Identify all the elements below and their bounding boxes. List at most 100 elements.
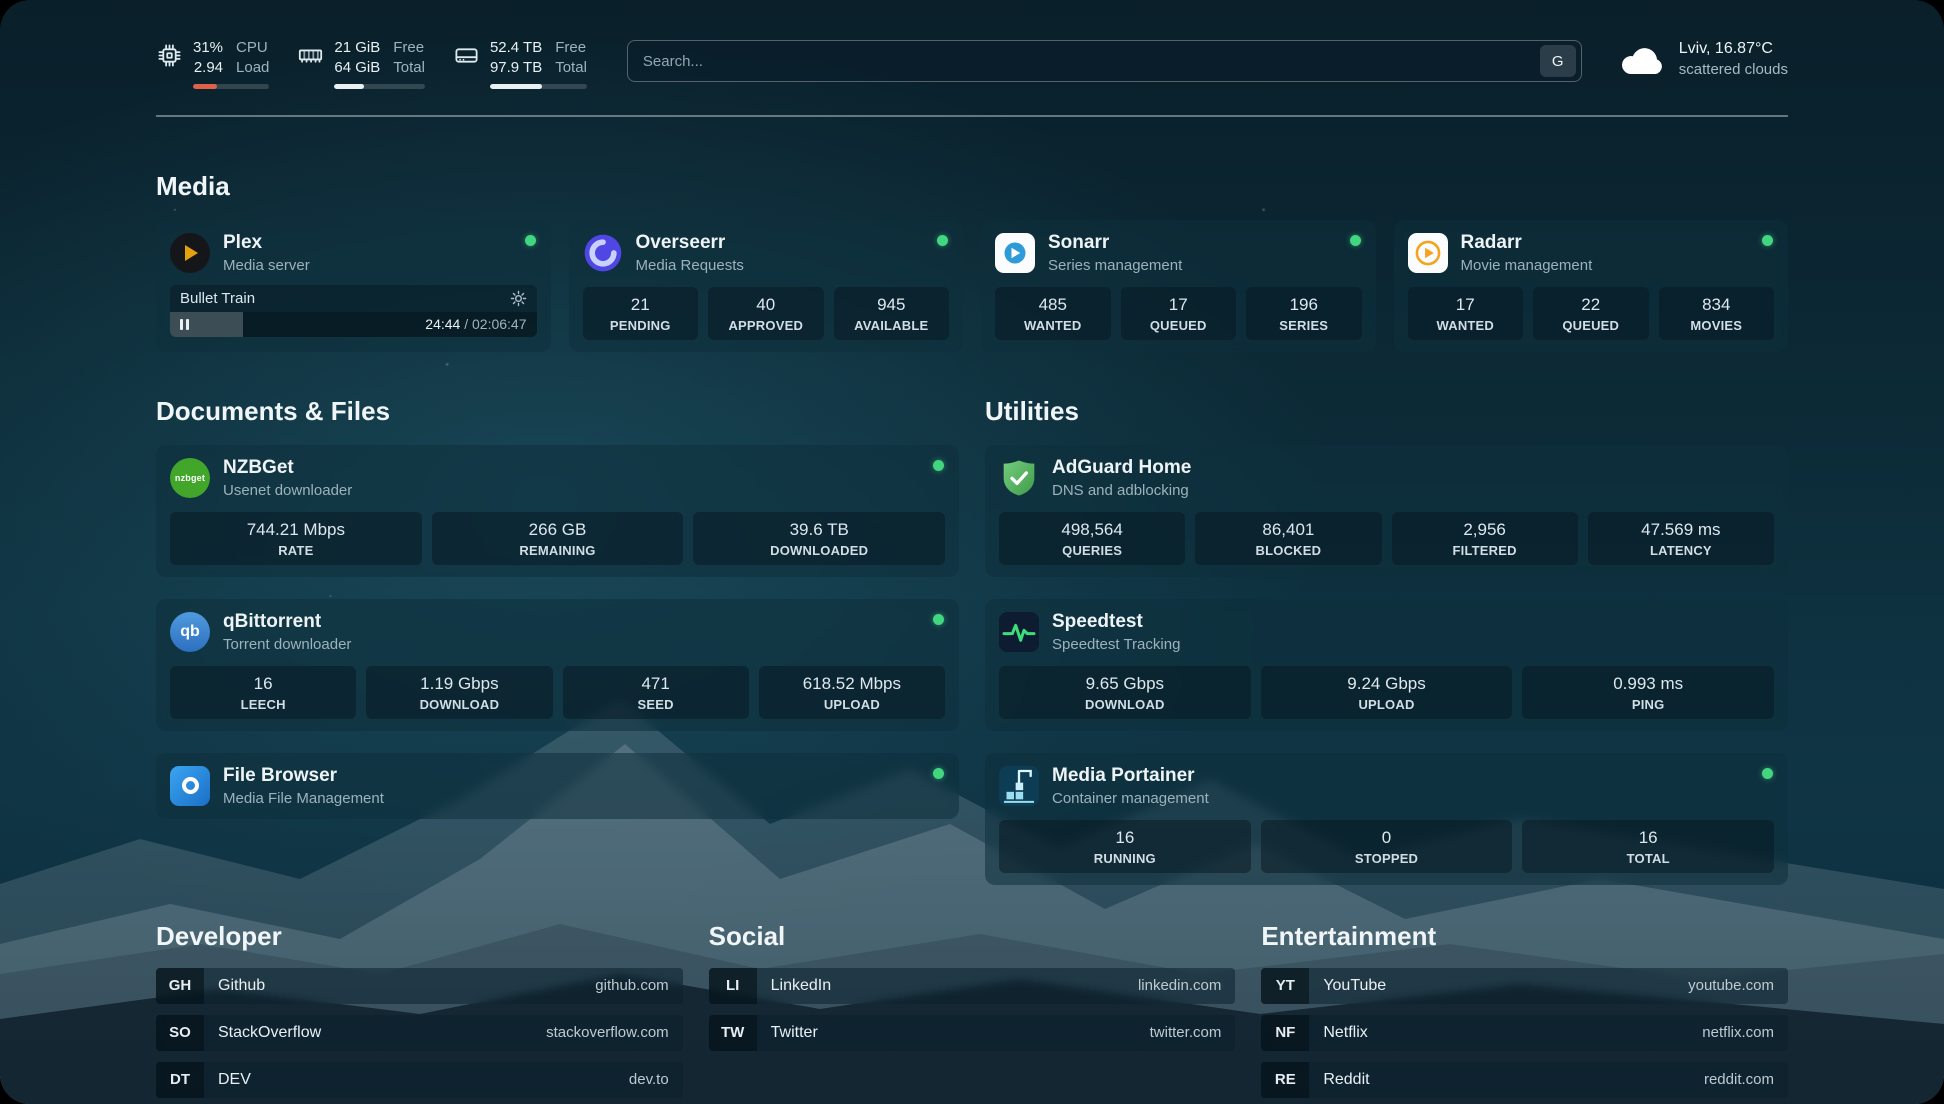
weather-location: Lviv, 16.87°C [1679, 40, 1788, 58]
speedtest-icon [999, 612, 1039, 652]
stat-value: 485 [999, 295, 1107, 315]
disk-icon [453, 42, 480, 69]
service-name: Plex [223, 232, 310, 254]
stat-label: APPROVED [712, 318, 820, 333]
stat-value: 47.569 ms [1592, 520, 1770, 540]
service-desc: Torrent downloader [223, 636, 351, 653]
stat: 618.52 MbpsUPLOAD [759, 666, 945, 719]
stat: 9.65 Gbps DOWNLOAD [999, 666, 1251, 719]
dashboard-screen: 31% 2.94 CPU Load [0, 0, 1944, 1104]
section-title-developer: Developer [156, 921, 683, 952]
status-dot [933, 614, 944, 625]
cpu-label-bottom: Load [236, 58, 269, 78]
developer-column: Developer GH Github github.com SO StackO… [156, 921, 683, 1098]
service-card-sonarr[interactable]: Sonarr Series management 485WANTED 17QUE… [981, 220, 1376, 352]
memory-icon [297, 42, 324, 69]
weather-widget: Lviv, 16.87°C scattered clouds [1618, 40, 1788, 78]
status-dot [933, 768, 944, 779]
service-card-plex[interactable]: Plex Media server Bullet Train [156, 220, 551, 352]
filebrowser-icon [170, 766, 210, 806]
search-input[interactable] [643, 53, 1540, 70]
bookmark-dev[interactable]: DT DEV dev.to [156, 1062, 683, 1098]
service-card-speedtest[interactable]: Speedtest Speedtest Tracking 9.65 GbpsDO… [985, 599, 1788, 731]
stat-value: 9.65 Gbps [1003, 674, 1247, 694]
bookmark-youtube[interactable]: YT YouTube youtube.com [1261, 968, 1788, 1004]
stat-label: QUEUED [1125, 318, 1233, 333]
service-card-overseerr[interactable]: Overseerr Media Requests 21PENDING 40APP… [569, 220, 964, 352]
stat-label: PENDING [587, 318, 695, 333]
stat: 16TOTAL [1522, 820, 1774, 873]
stat-label: DOWNLOADED [697, 543, 941, 558]
disk-widget: 52.4 TB 97.9 TB Free Total [453, 38, 587, 89]
stat-label: FILTERED [1396, 543, 1574, 558]
stat-label: RATE [174, 543, 418, 558]
stat: 266 GBREMAINING [432, 512, 684, 565]
topbar-divider [156, 115, 1788, 117]
stat: 0 STOPPED [1261, 820, 1513, 873]
service-name: File Browser [223, 765, 384, 787]
stat: 21PENDING [583, 287, 699, 340]
stat-label: LEECH [174, 697, 352, 712]
bookmark-url: linkedin.com [1138, 977, 1221, 994]
bookmark-netflix[interactable]: NF Netflix netflix.com [1261, 1015, 1788, 1051]
stat-label: AVAILABLE [838, 318, 946, 333]
status-dot [1762, 768, 1773, 779]
stat-value: 945 [838, 295, 946, 315]
service-card-adguard[interactable]: AdGuard Home DNS and adblocking 498,564Q… [985, 445, 1788, 577]
stat-value: 618.52 Mbps [763, 674, 941, 694]
bookmark-url: github.com [595, 977, 668, 994]
search-provider-button[interactable]: G [1540, 45, 1576, 77]
memory-widget: 21 GiB 64 GiB Free Total [297, 38, 425, 89]
service-desc: Usenet downloader [223, 482, 352, 499]
stat-label: WANTED [999, 318, 1107, 333]
service-card-qbittorrent[interactable]: qb qBittorrent Torrent downloader 16LEEC… [156, 599, 959, 731]
bookmark-name: Github [218, 977, 265, 995]
pause-icon [180, 319, 189, 330]
service-desc: Movie management [1461, 257, 1593, 274]
stat: 40APPROVED [708, 287, 824, 340]
bookmark-stackoverflow[interactable]: SO StackOverflow stackoverflow.com [156, 1015, 683, 1051]
bookmark-linkedin[interactable]: LI LinkedIn linkedin.com [709, 968, 1236, 1004]
service-card-nzbget[interactable]: nzbget NZBGet Usenet downloader 744.21 M… [156, 445, 959, 577]
bookmark-reddit[interactable]: RE Reddit reddit.com [1261, 1062, 1788, 1098]
plex-now-playing: Bullet Train 24:44 / 02:06:47 [170, 285, 537, 337]
gear-icon[interactable] [510, 290, 527, 307]
stat-label: DOWNLOAD [1003, 697, 1247, 712]
stat: 471SEED [563, 666, 749, 719]
bookmark-abbr: YT [1261, 968, 1309, 1004]
bookmark-twitter[interactable]: TW Twitter twitter.com [709, 1015, 1236, 1051]
cpu-widget: 31% 2.94 CPU Load [156, 38, 269, 89]
stat-value: 471 [567, 674, 745, 694]
stat-label: MOVIES [1663, 318, 1771, 333]
search-bar: G [627, 40, 1582, 82]
service-card-radarr[interactable]: Radarr Movie management 17WANTED 22QUEUE… [1394, 220, 1789, 352]
service-name: qBittorrent [223, 611, 351, 633]
memory-free: 21 GiB [334, 38, 380, 58]
stat: 17WANTED [1408, 287, 1524, 340]
stat: 744.21 MbpsRATE [170, 512, 422, 565]
stat: 86,401BLOCKED [1195, 512, 1381, 565]
stat: 17QUEUED [1121, 287, 1237, 340]
plex-icon [170, 233, 210, 273]
stat: 0.993 msPING [1522, 666, 1774, 719]
section-title-entertainment: Entertainment [1261, 921, 1788, 952]
stat: 9.24 GbpsUPLOAD [1261, 666, 1513, 719]
bookmark-name: Netflix [1323, 1024, 1367, 1042]
bookmark-name: LinkedIn [771, 977, 832, 995]
service-desc: DNS and adblocking [1052, 482, 1191, 499]
stat-label: STOPPED [1265, 851, 1509, 866]
status-dot [1350, 235, 1361, 246]
stat-value: 16 [1526, 828, 1770, 848]
bookmark-name: StackOverflow [218, 1024, 321, 1042]
stat-value: 16 [1003, 828, 1247, 848]
memory-label-top: Free [393, 38, 425, 58]
service-card-filebrowser[interactable]: File Browser Media File Management [156, 753, 959, 819]
bookmark-github[interactable]: GH Github github.com [156, 968, 683, 1004]
service-name: Speedtest [1052, 611, 1180, 633]
service-name: Overseerr [636, 232, 744, 254]
service-name: Radarr [1461, 232, 1593, 254]
service-card-portainer[interactable]: Media Portainer Container management 16R… [985, 753, 1788, 885]
stat-value: 0 [1265, 828, 1509, 848]
weather-condition: scattered clouds [1679, 61, 1788, 78]
memory-total: 64 GiB [334, 58, 380, 78]
